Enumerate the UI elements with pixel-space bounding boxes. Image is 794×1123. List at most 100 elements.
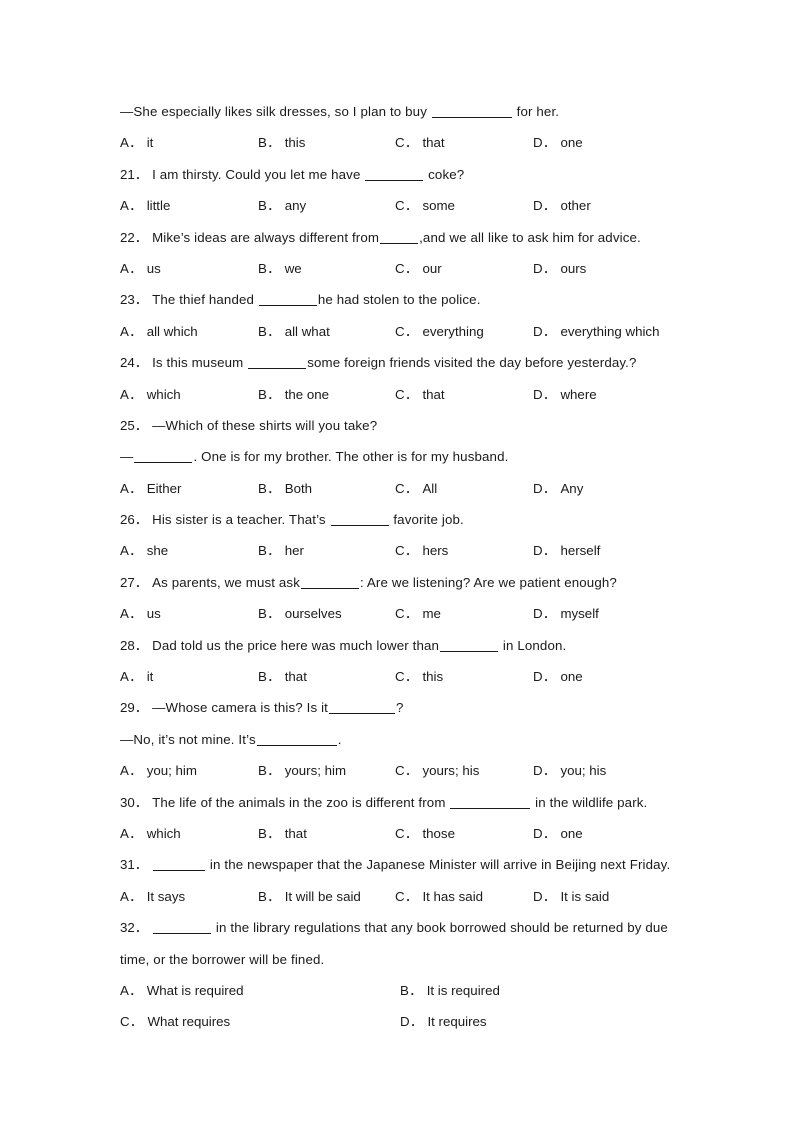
option-c[interactable]: C． It has said [395, 881, 483, 912]
question-number: 32． [120, 920, 149, 936]
option-d[interactable]: D． one [533, 661, 583, 692]
option-d-text: everything which [560, 323, 660, 339]
option-c-text: our [422, 260, 442, 276]
option-a-text: It says [146, 888, 186, 904]
option-b[interactable]: B． any [258, 190, 306, 221]
question-text-tail: in London. [499, 637, 567, 653]
option-d[interactable]: D． It requires [400, 1006, 487, 1037]
option-c[interactable]: C． everything [395, 316, 484, 347]
question-text-lead: — [120, 449, 134, 465]
question-text-tail: some foreign friends visited the day bef… [307, 355, 637, 371]
question-text: His sister is a teacher. That’s [152, 512, 330, 528]
question-text: —She especially likes silk dresses, so I… [120, 104, 431, 119]
option-b-text: Both [284, 480, 313, 496]
option-a[interactable]: A． which [120, 379, 181, 410]
option-row: C． What requires D． It requires [120, 1006, 720, 1037]
option-b-text: that [284, 669, 307, 685]
question-number: 30． [120, 794, 149, 810]
option-c[interactable]: C． that [395, 379, 445, 410]
option-a-text: it [146, 135, 154, 151]
option-b[interactable]: B． It will be said [258, 881, 361, 912]
option-row: A． which B． the one C． that D． where [120, 379, 720, 410]
option-d-text: where [560, 386, 597, 402]
option-a-text: all which [146, 323, 198, 339]
option-b-text: yours; him [284, 763, 347, 779]
option-c[interactable]: C． our [395, 253, 442, 284]
option-d[interactable]: D． Any [533, 473, 583, 504]
option-d[interactable]: D． ours [533, 253, 586, 284]
answer-blank [380, 231, 419, 244]
option-b-text: ourselves [284, 606, 342, 622]
option-c[interactable]: C． All [395, 473, 437, 504]
option-c[interactable]: C． this [395, 661, 443, 692]
option-d[interactable]: D． one [533, 818, 583, 849]
option-c-text: me [422, 606, 441, 622]
option-row: A． she B． her C． hers D． herself [120, 535, 720, 566]
option-b[interactable]: B． her [258, 535, 304, 566]
question-text-tail: . [337, 731, 342, 747]
option-c[interactable]: C． me [395, 598, 441, 629]
option-c[interactable]: C． hers [395, 535, 448, 566]
question-text-lead: —No, it’s not mine. It’s [120, 731, 256, 747]
question-stem: 27． As parents, we must ask: Are we liste… [120, 567, 720, 598]
option-a[interactable]: A． What is required [120, 975, 244, 1006]
question-stem: 22． Mike’s ideas are always different fro… [120, 222, 720, 253]
question-text: As parents, we must ask [152, 574, 300, 590]
option-a[interactable]: A． little [120, 190, 170, 221]
question-stem: 28． Dad told us the price here was much l… [120, 630, 720, 661]
option-d[interactable]: D． you; his [533, 755, 606, 786]
option-c-text: that [422, 386, 445, 402]
option-row: A． all which B． all what C． everything D． ev… [120, 316, 720, 347]
option-c-text: everything [422, 323, 484, 339]
option-d[interactable]: D． It is said [533, 881, 609, 912]
option-a-text: Either [146, 480, 182, 496]
answer-blank [440, 639, 499, 652]
option-b[interactable]: B． all what [258, 316, 330, 347]
option-a[interactable]: A． you; him [120, 755, 197, 786]
option-c[interactable]: C． some [395, 190, 455, 221]
question-number: 23． [120, 292, 149, 308]
option-row: A． It says B． It will be said C． It has sai… [120, 881, 720, 912]
option-b-text: all what [284, 323, 330, 339]
option-d[interactable]: D． one [533, 127, 583, 158]
option-a[interactable]: A． it [120, 661, 153, 692]
option-d-text: one [560, 669, 583, 685]
question-stem: 23． The thief handed he had stolen to the… [120, 284, 720, 315]
option-a[interactable]: A． it [120, 127, 153, 158]
option-c[interactable]: C． that [395, 127, 445, 158]
option-row: A． us B． we C． our D． ours [120, 253, 720, 284]
option-b[interactable]: B． Both [258, 473, 312, 504]
option-a[interactable]: A． all which [120, 316, 198, 347]
option-b[interactable]: B． the one [258, 379, 329, 410]
question-text-tail: ? [396, 700, 404, 716]
answer-blank [431, 105, 512, 118]
option-d[interactable]: D． herself [533, 535, 600, 566]
option-d-text: myself [560, 606, 599, 622]
option-c[interactable]: C． those [395, 818, 455, 849]
option-a-text: you; him [146, 763, 197, 779]
option-b[interactable]: B． It is required [400, 975, 500, 1006]
option-a[interactable]: A． she [120, 535, 168, 566]
option-b[interactable]: B． yours; him [258, 755, 346, 786]
option-a[interactable]: A． which [120, 818, 181, 849]
option-b-text: the one [284, 386, 330, 402]
option-b[interactable]: B． this [258, 127, 305, 158]
option-a-text: What is required [146, 982, 244, 998]
question-text-tail: he had stolen to the police. [317, 292, 481, 308]
option-b[interactable]: B． that [258, 818, 307, 849]
option-d-text: Any [560, 480, 584, 496]
option-a[interactable]: A． us [120, 598, 161, 629]
option-a[interactable]: A． Either [120, 473, 181, 504]
option-a[interactable]: A． us [120, 253, 161, 284]
option-a[interactable]: A． It says [120, 881, 185, 912]
option-c[interactable]: C． yours; his [395, 755, 479, 786]
option-c[interactable]: C． What requires [120, 1006, 230, 1037]
option-b[interactable]: B． that [258, 661, 307, 692]
option-d[interactable]: D． other [533, 190, 591, 221]
question-text: Mike’s ideas are always different from [152, 229, 380, 245]
option-d[interactable]: D． where [533, 379, 597, 410]
option-b[interactable]: B． ourselves [258, 598, 342, 629]
option-d[interactable]: D． myself [533, 598, 599, 629]
option-b[interactable]: B． we [258, 253, 302, 284]
option-d[interactable]: D． everything which [533, 316, 659, 347]
